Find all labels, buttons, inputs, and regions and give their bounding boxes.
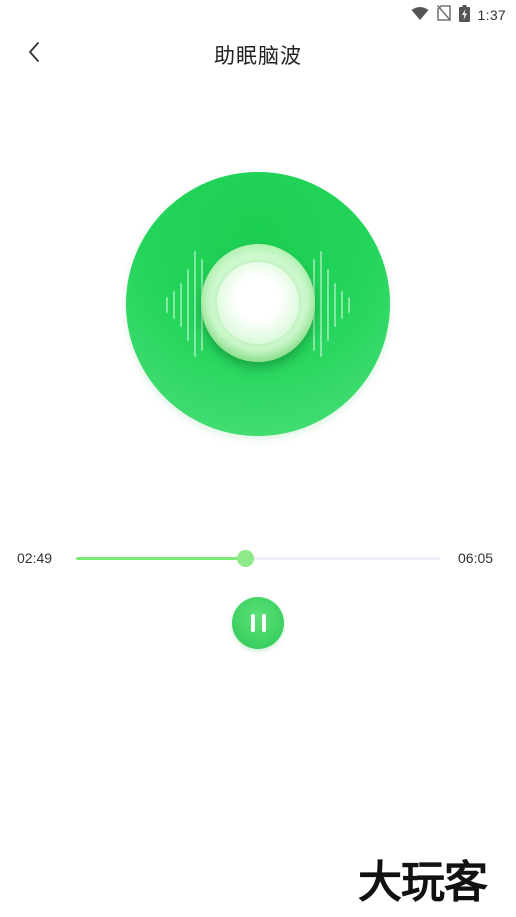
wifi-icon [411,6,429,25]
status-time: 1:37 [477,7,506,23]
status-icons: 1:37 [411,4,506,26]
battery-charging-icon [458,4,470,26]
nav-bar: 助眠脑波 [0,30,516,78]
sound-wave-disc [126,172,390,436]
total-time: 06:05 [458,550,494,566]
progress-thumb[interactable] [236,550,254,567]
pause-icon-bar [261,614,266,632]
status-bar: 1:37 [0,0,516,30]
current-time: 02:49 [17,550,53,566]
page-title: 助眠脑波 [214,44,302,68]
pause-icon [250,614,255,632]
pause-button[interactable] [232,597,284,649]
progress-slider[interactable] [76,550,440,567]
disc-core-glow [217,262,299,344]
disc-core [201,244,315,362]
watermark-logo: 大玩客 [358,857,488,908]
progress-fill [76,557,245,560]
no-sim-icon [436,4,451,25]
